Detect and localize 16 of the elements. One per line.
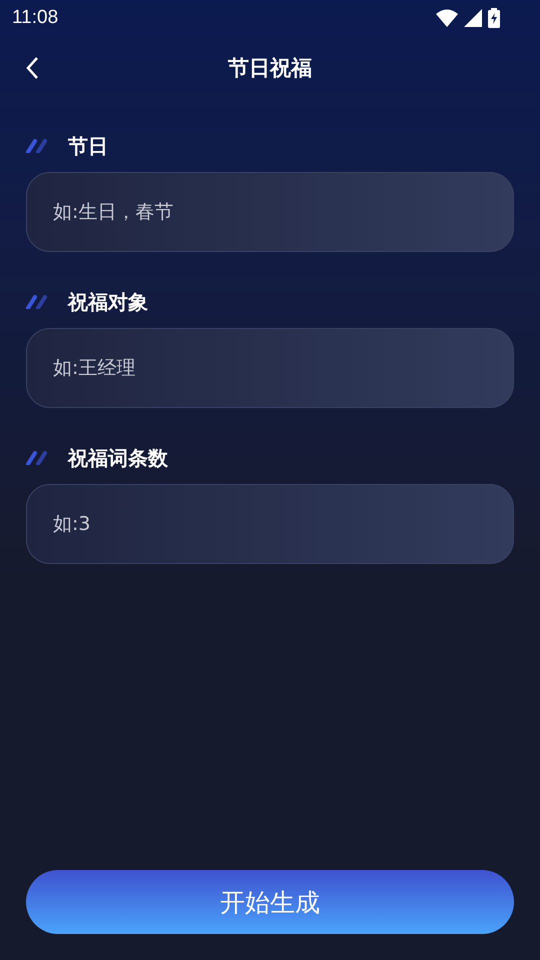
status-time: 11:08 bbox=[12, 7, 58, 29]
field-label: 祝福词条数 bbox=[68, 444, 168, 472]
battery-icon bbox=[488, 8, 500, 28]
double-slash-icon bbox=[26, 295, 50, 309]
input-field[interactable]: 如:生日，春节 bbox=[26, 172, 514, 252]
double-slash-icon bbox=[26, 139, 50, 153]
generate-button[interactable]: 开始生成 bbox=[26, 870, 514, 934]
wifi-icon bbox=[436, 9, 458, 27]
back-icon bbox=[25, 56, 39, 80]
input-field[interactable]: 如:王经理 bbox=[26, 328, 514, 408]
double-slash-icon bbox=[26, 451, 50, 465]
field-label: 祝福对象 bbox=[68, 288, 148, 316]
input-field[interactable]: 如:3 bbox=[26, 484, 514, 564]
signal-icon bbox=[464, 9, 482, 27]
page-title: 节日祝福 bbox=[228, 55, 312, 82]
field-label: 节日 bbox=[68, 132, 108, 160]
